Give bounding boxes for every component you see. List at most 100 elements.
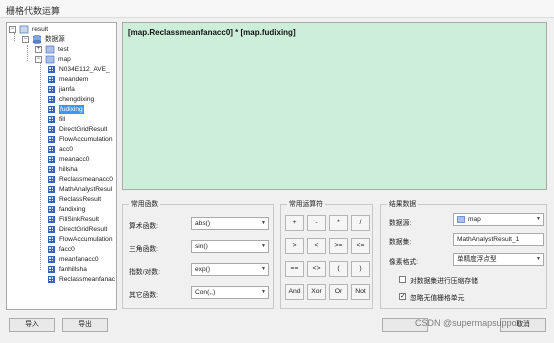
arith-value: abs()	[195, 220, 211, 227]
result-dataset-input[interactable]: MathAnalystResult_1	[453, 233, 544, 246]
chevron-down-icon: ▼	[261, 289, 266, 295]
result-datasource-select[interactable]: map ▼	[453, 213, 544, 226]
tree-layer-label: fandixing	[59, 206, 86, 213]
operator-button[interactable]: ==	[285, 261, 304, 277]
tree-layer-label: N034E112_AVE_	[59, 66, 110, 73]
window-title: 栅格代数运算	[6, 6, 61, 16]
grid-dataset-icon	[48, 276, 55, 283]
tree-layer-label: FlowAccumulation	[59, 236, 113, 243]
arith-label: 算术函数:	[129, 223, 159, 230]
functions-title: 常用函数	[129, 200, 161, 209]
tree-layer-label: hillsha	[59, 166, 78, 173]
import-button[interactable]: 导入	[9, 318, 55, 332]
result-dataset-label: 数据集:	[389, 239, 412, 246]
tree-test-label: test	[58, 46, 69, 53]
expression-editor[interactable]: [map.Reclassmeanfanacc0] * [map.fudixing…	[122, 22, 547, 190]
operator-button[interactable]: (	[329, 261, 348, 277]
tree-layer-label: DirectGridResult	[59, 226, 108, 233]
grid-dataset-icon	[48, 186, 55, 193]
export-button[interactable]: 导出	[62, 318, 108, 332]
grid-dataset-icon	[48, 76, 55, 83]
datasource-icon	[45, 55, 55, 64]
exp-value: exp()	[195, 266, 211, 273]
tree-layer-label: FillSinkResult	[59, 216, 99, 223]
ignore-nodata-checkbox[interactable]	[399, 292, 406, 300]
grid-dataset-icon	[48, 156, 55, 163]
grid-dataset-icon	[48, 266, 55, 273]
operator-button[interactable]: /	[351, 215, 370, 231]
chevron-down-icon: ▼	[536, 256, 541, 262]
tree-layer-label: DirectGridResult	[59, 126, 108, 133]
grid-dataset-icon	[48, 216, 55, 223]
functions-group: 常用函数 算术函数: abs() ▼ 三角函数: sin() ▼ 指数/对数: ex…	[122, 200, 274, 309]
folder-icon	[19, 25, 29, 34]
grid-dataset-icon	[48, 176, 55, 183]
operator-button[interactable]: )	[351, 261, 370, 277]
operator-button[interactable]: Not	[351, 284, 370, 300]
trig-value: sin()	[195, 243, 208, 250]
chevron-down-icon: ▼	[261, 266, 266, 272]
tree-guide	[27, 45, 28, 61]
exp-select[interactable]: exp() ▼	[191, 263, 269, 276]
datasource-icon	[32, 35, 42, 44]
other-select[interactable]: Con(,,) ▼	[191, 286, 269, 299]
compress-label: 对数据集进行压缩存储	[410, 278, 478, 285]
collapse-icon[interactable]: −	[22, 36, 29, 43]
grid-dataset-icon	[48, 226, 55, 233]
chevron-down-icon: ▼	[536, 216, 541, 222]
tree-root-label: result	[32, 26, 49, 33]
operator-button[interactable]: Or	[329, 284, 348, 300]
tree-datasources-label: 数据源	[45, 36, 65, 43]
collapse-icon[interactable]: −	[9, 26, 16, 33]
operator-button[interactable]: <>	[307, 261, 326, 277]
result-dataset-value: MathAnalystResult_1	[457, 236, 520, 243]
chevron-down-icon: ▼	[261, 243, 266, 249]
arith-select[interactable]: abs() ▼	[191, 217, 269, 230]
compress-checkbox[interactable]	[399, 276, 406, 283]
tree-layer-label: chengdixing	[59, 96, 95, 103]
tree-layer-label: meandem	[59, 76, 89, 83]
dataset-tree[interactable]: − result − 数据源 + test − map N034E112_AVE…	[6, 22, 117, 310]
operator-button[interactable]: <=	[351, 238, 370, 254]
tree-guide	[40, 63, 41, 270]
grid-dataset-icon	[48, 126, 55, 133]
expand-icon[interactable]: +	[35, 46, 42, 53]
tree-layer-label: Reclassmeanacc0	[59, 176, 113, 183]
ignore-nodata-label: 忽略无值栅格单元	[410, 295, 465, 302]
grid-dataset-icon	[48, 106, 55, 113]
tree-layer-label: fill	[59, 116, 66, 123]
operator-button[interactable]: Xor	[307, 284, 326, 300]
title-bar: 栅格代数运算	[0, 0, 554, 18]
tree-layer-label: fudixing	[59, 105, 84, 114]
collapse-icon[interactable]: −	[35, 56, 42, 63]
operator-button[interactable]: >	[285, 238, 304, 254]
operator-button[interactable]: *	[329, 215, 348, 231]
grid-dataset-icon	[48, 146, 55, 153]
expression-text: [map.Reclassmeanfanacc0] * [map.fudixing…	[128, 28, 296, 37]
tree-layer-label: Reclassmeanfanac	[59, 276, 116, 283]
tree-layer-label: FlowAccumulation	[59, 136, 113, 143]
other-value: Con(,,)	[195, 289, 216, 296]
operator-button[interactable]: -	[307, 215, 326, 231]
tree-layer-label: fanhillsha	[59, 266, 87, 273]
operator-button[interactable]: +	[285, 215, 304, 231]
result-title: 结果数据	[387, 200, 419, 209]
grid-dataset-icon	[48, 236, 55, 243]
operator-button[interactable]: >=	[329, 238, 348, 254]
tree-guide	[14, 33, 15, 41]
operator-button[interactable]: <	[307, 238, 326, 254]
grid-dataset-icon	[48, 206, 55, 213]
chevron-down-icon: ▼	[261, 220, 266, 226]
tree-layer-label: facc0	[59, 246, 75, 253]
trig-select[interactable]: sin() ▼	[191, 240, 269, 253]
grid-dataset-icon	[48, 166, 55, 173]
grid-dataset-icon	[48, 196, 55, 203]
grid-dataset-icon	[48, 96, 55, 103]
pixel-format-value: 单精度浮点型	[457, 256, 497, 263]
grid-dataset-icon	[48, 86, 55, 93]
datasource-icon	[457, 216, 465, 223]
trig-label: 三角函数:	[129, 246, 159, 253]
pixel-format-select[interactable]: 单精度浮点型 ▼	[453, 253, 544, 266]
result-group: 结果数据 数据源: map ▼ 数据集: MathAnalystResult_1 …	[380, 200, 547, 309]
operator-button[interactable]: And	[285, 284, 304, 300]
